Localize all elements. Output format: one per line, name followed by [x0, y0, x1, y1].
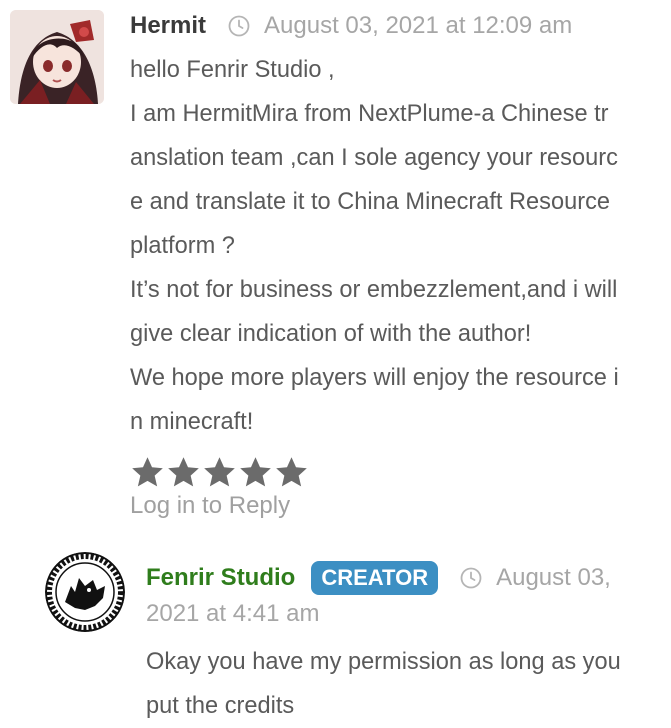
comment-line: We hope more players will enjoy the reso… [130, 365, 619, 391]
comment-line: It’s not for business or embezzlement,an… [130, 277, 618, 303]
star-icon [276, 457, 307, 487]
creator-badge: CREATOR [311, 561, 439, 595]
hermit-avatar[interactable] [10, 10, 104, 104]
log-in-to-reply-link[interactable]: Log in to Reply [130, 492, 290, 520]
comment-line: platform ? [130, 233, 235, 259]
star-icon [168, 457, 199, 487]
star-icon [204, 457, 235, 487]
reply-date[interactable]: August 03, [496, 564, 611, 592]
reply-author[interactable]: Fenrir Studio [146, 564, 295, 592]
comment-line: e and translate it to China Minecraft Re… [130, 189, 610, 215]
reply-meta: Fenrir Studio CREATOR August 03, [146, 558, 611, 598]
comment-line: give clear indication of with the author… [130, 321, 532, 347]
comment-line: hello Fenrir Studio , [130, 57, 335, 83]
anime-avatar-icon [10, 10, 104, 104]
comment-line: I am HermitMira from NextPlume-a Chinese… [130, 101, 609, 127]
comment-line: n minecraft! [130, 409, 254, 435]
comment-line: anslation team ,can I sole agency your r… [130, 145, 618, 171]
comment-meta: Hermit August 03, 2021 at 12:09 am [130, 8, 572, 44]
wolf-rune-logo-icon [45, 552, 125, 632]
reply-line: put the credits [146, 693, 295, 719]
star-icon [240, 457, 271, 487]
comment-date[interactable]: August 03, 2021 at 12:09 am [264, 12, 572, 40]
clock-icon [228, 15, 250, 37]
star-rating [130, 455, 309, 490]
star-icon [132, 457, 163, 487]
comment-body: hello Fenrir Studio , I am HermitMira fr… [130, 48, 670, 444]
comment-author[interactable]: Hermit [130, 12, 206, 40]
fenrir-avatar[interactable] [45, 552, 125, 632]
reply-line: Okay you have my permission as long as y… [146, 649, 621, 675]
reply-body: Okay you have my permission as long as y… [146, 640, 666, 728]
reply-date-continued[interactable]: 2021 at 4:41 am [146, 600, 319, 628]
clock-icon [460, 567, 482, 589]
